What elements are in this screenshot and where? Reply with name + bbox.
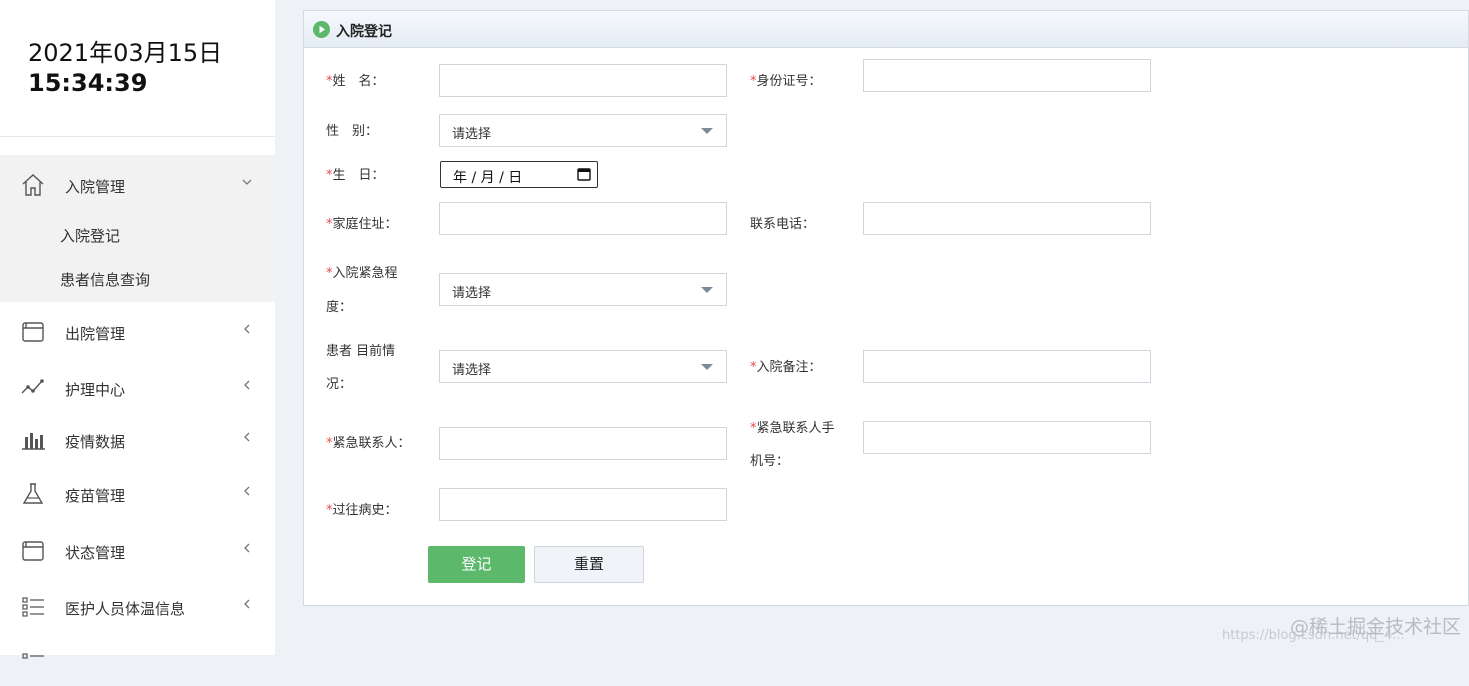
- chevron-left-icon: [244, 324, 250, 334]
- register-button[interactable]: 登记: [428, 546, 525, 583]
- id-number-label: *身份证号：: [750, 74, 822, 89]
- sidebar-item-label: 护理中心: [65, 381, 126, 399]
- sidebar-subitem-patient-query[interactable]: 患者信息查询: [60, 269, 150, 290]
- address-input[interactable]: [439, 202, 727, 235]
- sidebar-item-discharge[interactable]: 出院管理: [0, 311, 275, 355]
- dropdown-arrow-icon: [701, 287, 713, 293]
- sidebar-item-status[interactable]: 状态管理: [0, 530, 275, 574]
- sidebar-item-staff-temperature[interactable]: 医护人员体温信息: [0, 586, 275, 630]
- sidebar-item-label: 出院管理: [65, 325, 126, 343]
- chevron-left-icon: [244, 543, 250, 553]
- dropdown-arrow-icon: [701, 128, 713, 134]
- remark-label: *入院备注：: [750, 360, 822, 375]
- watermark: @稀土掘金技术社区: [1290, 616, 1462, 638]
- nav-group-admission: 入院管理 入院登记 患者信息查询: [0, 155, 275, 302]
- play-circle-icon: [313, 21, 330, 38]
- sidebar: 2021年03月15日 15:34:39 入院管理 入院登记 患者信息查询 出院…: [0, 0, 275, 659]
- id-number-input[interactable]: [863, 59, 1151, 92]
- list-icon: [22, 597, 44, 617]
- condition-label: 患者 目前情: [326, 344, 396, 359]
- history-label: *过往病史：: [326, 503, 398, 518]
- clock-time: 15:34:39: [28, 69, 148, 97]
- sidebar-subitem-admission-register[interactable]: 入院登记: [60, 225, 120, 246]
- admission-register-panel: 入院登记 *姓 名： *身份证号： 性 别： 请选择 *生 日： 年 / 月 /…: [303, 10, 1469, 606]
- emergency-contact-label: *紧急联系人：: [326, 436, 411, 451]
- panel-title: 入院登记: [336, 24, 392, 40]
- condition-label-cont: 况：: [326, 377, 353, 392]
- sidebar-nav: 入院管理 入院登记 患者信息查询 出院管理 护理中心 疫情数据 疫苗管理 状态管…: [0, 155, 275, 659]
- urgency-label: *入院紧急程: [326, 266, 398, 281]
- sidebar-item-vaccine[interactable]: 疫苗管理: [0, 473, 275, 517]
- window-icon: [22, 322, 44, 342]
- urgency-select-value: 请选择: [452, 286, 492, 301]
- flask-icon: [22, 483, 44, 504]
- remark-input[interactable]: [863, 350, 1151, 383]
- birthday-label: *生 日：: [326, 168, 385, 183]
- emergency-phone-input[interactable]: [863, 421, 1151, 454]
- address-label: *家庭住址：: [326, 217, 398, 232]
- clock: 2021年03月15日 15:34:39: [28, 38, 222, 98]
- chevron-left-icon: [244, 599, 250, 609]
- window-icon: [22, 541, 44, 561]
- calendar-icon[interactable]: [577, 167, 591, 181]
- sidebar-item-nursing[interactable]: 护理中心: [0, 367, 275, 411]
- urgency-select[interactable]: 请选择: [439, 273, 727, 306]
- clock-date: 2021年03月15日: [28, 39, 223, 67]
- chevron-down-icon: [242, 179, 252, 185]
- birthday-date-value: 年 / 月 / 日: [453, 170, 523, 186]
- emergency-phone-label: *紧急联系人手: [750, 421, 835, 436]
- sidebar-item-label: 状态管理: [65, 544, 126, 562]
- list-icon: [22, 653, 44, 659]
- sidebar-item-more[interactable]: [0, 642, 275, 686]
- gender-select-value: 请选择: [452, 127, 492, 142]
- gender-select[interactable]: 请选择: [439, 114, 727, 147]
- reset-button[interactable]: 重置: [534, 546, 644, 583]
- panel-header: 入院登记: [304, 11, 1468, 48]
- emergency-phone-label-cont: 机号：: [750, 454, 790, 469]
- name-input[interactable]: [439, 64, 727, 97]
- sidebar-item-label: 疫情数据: [65, 433, 126, 451]
- phone-input[interactable]: [863, 202, 1151, 235]
- sidebar-item-admission[interactable]: 入院管理: [0, 164, 275, 208]
- bar-chart-icon: [22, 433, 45, 450]
- sidebar-item-label: 医护人员体温信息: [65, 600, 186, 618]
- history-input[interactable]: [439, 488, 727, 521]
- chevron-left-icon: [244, 486, 250, 496]
- gender-label: 性 别：: [326, 124, 379, 139]
- condition-select-value: 请选择: [452, 363, 492, 378]
- divider: [0, 136, 275, 137]
- phone-label: 联系电话：: [750, 217, 816, 232]
- home-icon: [22, 174, 44, 196]
- condition-select[interactable]: 请选择: [439, 350, 727, 383]
- sidebar-item-label: 入院管理: [65, 178, 126, 196]
- urgency-label-cont: 度：: [326, 300, 353, 315]
- chevron-left-icon: [244, 380, 250, 390]
- sidebar-item-epidemic-data[interactable]: 疫情数据: [0, 419, 275, 463]
- emergency-contact-input[interactable]: [439, 427, 727, 460]
- sidebar-item-label: 疫苗管理: [65, 487, 126, 505]
- line-chart-icon: [21, 379, 44, 394]
- dropdown-arrow-icon: [701, 364, 713, 370]
- chevron-left-icon: [244, 432, 250, 442]
- name-label: *姓 名：: [326, 74, 385, 89]
- birthday-date-input[interactable]: 年 / 月 / 日: [440, 161, 598, 188]
